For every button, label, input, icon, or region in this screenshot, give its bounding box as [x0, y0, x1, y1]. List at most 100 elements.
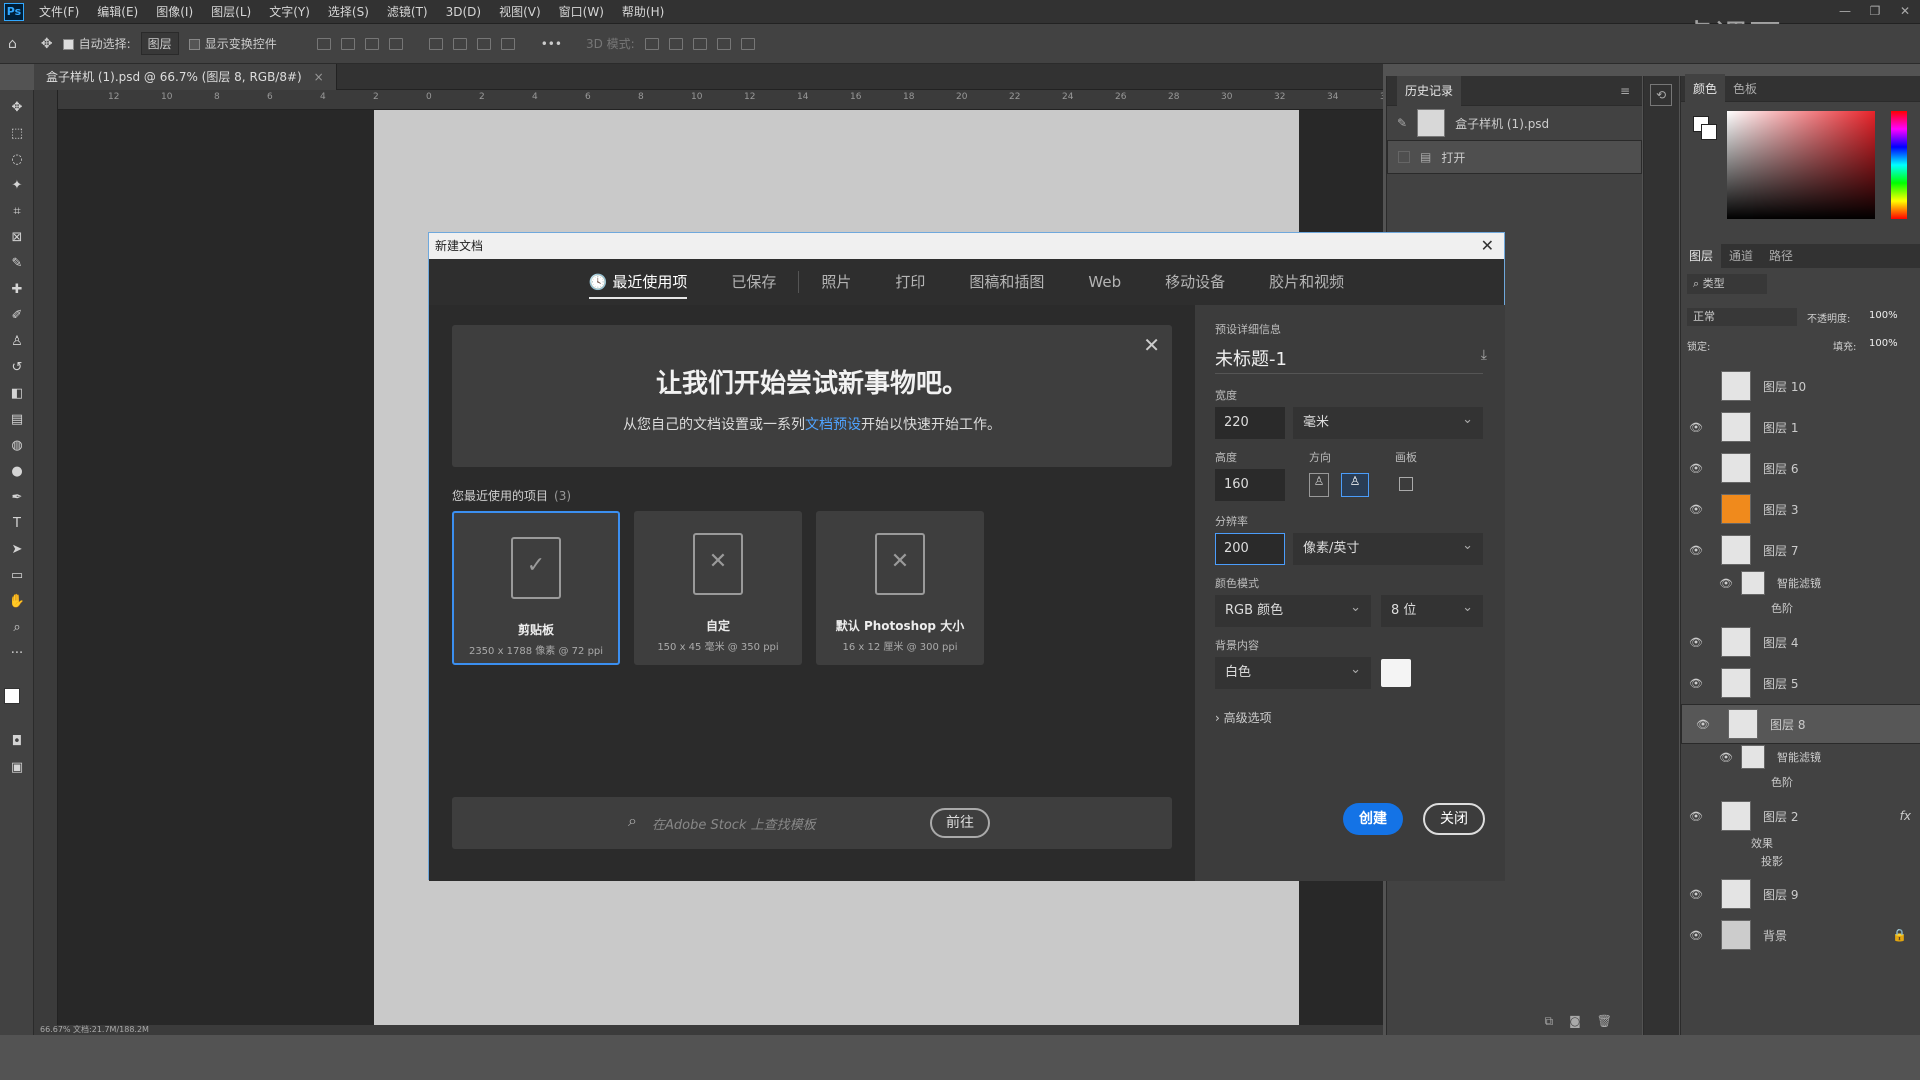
history-state[interactable]: ▤ 打开: [1387, 140, 1642, 174]
eye-icon[interactable]: 👁: [1681, 503, 1711, 516]
close-tab-icon[interactable]: ×: [314, 70, 324, 84]
layer-row[interactable]: 👁 图层 1: [1681, 407, 1920, 447]
resolution-unit-select[interactable]: 像素/英寸: [1293, 530, 1483, 565]
layer-row[interactable]: 👁 图层 4: [1681, 622, 1920, 662]
align-middle-icon[interactable]: [452, 37, 467, 50]
tab-layers[interactable]: 图层: [1681, 241, 1722, 271]
panel-menu-icon[interactable]: ≡: [1620, 84, 1630, 98]
resolution-input[interactable]: 200: [1215, 533, 1285, 565]
eye-icon[interactable]: 👁: [1681, 636, 1711, 649]
bit-depth-select[interactable]: 8 位: [1381, 592, 1483, 627]
menu-type[interactable]: 文字(Y): [260, 0, 319, 24]
show-transform-checkbox[interactable]: 显示变换控件: [188, 35, 277, 52]
tab-channels[interactable]: 通道: [1721, 241, 1761, 271]
eye-icon[interactable]: 👁: [1688, 718, 1718, 731]
preset-card-custom[interactable]: ✕ 自定 150 x 45 毫米 @ 350 ppi: [634, 511, 802, 665]
eye-icon[interactable]: 👁: [1681, 544, 1711, 557]
unit-select[interactable]: 毫米: [1293, 404, 1483, 439]
healing-brush-icon[interactable]: ✚: [6, 278, 28, 300]
magic-wand-icon[interactable]: ✦: [6, 174, 28, 196]
close-window-icon[interactable]: ✕: [1890, 0, 1920, 22]
align-center-icon[interactable]: [340, 37, 355, 50]
auto-select-checkbox[interactable]: 自动选择:: [62, 35, 131, 52]
fill-value[interactable]: 100%: [1869, 338, 1898, 349]
tab-mobile[interactable]: 移动设备: [1143, 259, 1247, 305]
opacity-value[interactable]: 100%: [1869, 310, 1898, 321]
gradient-tool-icon[interactable]: ▤: [6, 408, 28, 430]
menu-3d[interactable]: 3D(D): [437, 0, 490, 24]
stock-search-input[interactable]: 在Adobe Stock 上查找模板: [652, 814, 816, 833]
distribute-icon[interactable]: [388, 37, 403, 50]
brush-tool-icon[interactable]: ✐: [6, 304, 28, 326]
document-tab[interactable]: 盒子样机 (1).psd @ 66.7% (图层 8, RGB/8#) ×: [34, 64, 337, 90]
background-content-select[interactable]: 白色: [1215, 654, 1371, 689]
layer-row[interactable]: 👁 图层 9: [1681, 874, 1920, 914]
trash-icon[interactable]: 🗑: [1597, 1014, 1612, 1029]
layer-row[interactable]: 图层 10: [1681, 366, 1920, 406]
eraser-tool-icon[interactable]: ◧: [6, 382, 28, 404]
menu-filter[interactable]: 滤镜(T): [378, 0, 437, 24]
layer-row[interactable]: 👁 图层 3: [1681, 489, 1920, 529]
go-button[interactable]: 前往: [930, 808, 990, 838]
more-icon[interactable]: •••: [541, 37, 562, 51]
minimize-icon[interactable]: —: [1830, 0, 1860, 22]
history-snapshot[interactable]: ✎ 盒子样机 (1).psd: [1387, 106, 1642, 140]
3d-scale-icon[interactable]: [740, 37, 755, 50]
advanced-options-toggle[interactable]: › 高级选项: [1215, 709, 1272, 726]
eye-icon[interactable]: 👁: [1681, 677, 1711, 690]
tab-color[interactable]: 颜色: [1685, 73, 1726, 104]
hue-slider[interactable]: [1891, 111, 1907, 219]
align-left-icon[interactable]: [316, 37, 331, 50]
close-icon[interactable]: ✕: [1481, 233, 1494, 259]
menu-edit[interactable]: 编辑(E): [88, 0, 147, 24]
3d-roll-icon[interactable]: [668, 37, 683, 50]
align-top-icon[interactable]: [428, 37, 443, 50]
banner-close-icon[interactable]: ✕: [1143, 333, 1160, 357]
tab-film-video[interactable]: 胶片和视频: [1247, 259, 1366, 305]
effects-row[interactable]: 效果: [1681, 834, 1920, 852]
fx-icon[interactable]: fx: [1900, 809, 1911, 823]
zoom-tool-icon[interactable]: ⌕: [6, 616, 28, 638]
crop-tool-icon[interactable]: ⌗: [6, 200, 28, 222]
tab-recent[interactable]: 🕓 最近使用项: [567, 259, 709, 305]
eye-icon[interactable]: 👁: [1711, 751, 1741, 764]
layer-row-selected[interactable]: 👁 图层 8: [1681, 704, 1920, 744]
hand-tool-icon[interactable]: ✋: [6, 590, 28, 612]
layer-row[interactable]: 👁 图层 6: [1681, 448, 1920, 488]
tab-swatches[interactable]: 色板: [1725, 74, 1765, 104]
menu-file[interactable]: 文件(F): [30, 0, 88, 24]
3d-orbit-icon[interactable]: [644, 37, 659, 50]
document-name-input[interactable]: 未标题-1: [1215, 345, 1287, 371]
layer-row[interactable]: 👁 图层 2 fx: [1681, 796, 1920, 836]
preset-card-default[interactable]: ✕ 默认 Photoshop 大小 16 x 12 厘米 @ 300 ppi: [816, 511, 984, 665]
create-button[interactable]: 创建: [1343, 803, 1403, 835]
document-presets-link[interactable]: 文档预设: [805, 417, 861, 433]
smart-filter-row[interactable]: 👁 智能滤镜: [1681, 570, 1920, 596]
3d-slide-icon[interactable]: [716, 37, 731, 50]
eye-icon[interactable]: 👁: [1681, 929, 1711, 942]
align-right-icon[interactable]: [364, 37, 379, 50]
menu-select[interactable]: 选择(S): [319, 0, 378, 24]
color-picker-field[interactable]: [1727, 111, 1875, 219]
tab-web[interactable]: Web: [1066, 259, 1143, 305]
auto-select-target[interactable]: 图层: [140, 32, 179, 55]
menu-window[interactable]: 窗口(W): [550, 0, 613, 24]
home-icon[interactable]: ⌂: [8, 36, 17, 52]
foreground-color-swatch[interactable]: [4, 688, 20, 704]
save-preset-icon[interactable]: ⤓: [1481, 347, 1487, 363]
eye-icon[interactable]: 👁: [1681, 421, 1711, 434]
eye-icon[interactable]: 👁: [1711, 577, 1741, 590]
brush-source-icon[interactable]: ✎: [1397, 116, 1407, 130]
history-panel-icon[interactable]: ⟲: [1650, 84, 1672, 106]
type-tool-icon[interactable]: T: [6, 512, 28, 534]
eye-icon[interactable]: 👁: [1681, 462, 1711, 475]
new-document-from-state-icon[interactable]: ⧉: [1545, 1014, 1554, 1029]
distribute-v-icon[interactable]: [500, 37, 515, 50]
effect-item[interactable]: 投影: [1681, 852, 1920, 870]
landscape-orientation-icon[interactable]: ♙: [1341, 473, 1369, 497]
screen-mode-icon[interactable]: ▣: [6, 756, 28, 778]
camera-icon[interactable]: ◙: [1569, 1014, 1581, 1029]
menu-image[interactable]: 图像(I): [147, 0, 202, 24]
preset-card-clipboard[interactable]: ✓ 剪贴板 2350 x 1788 像素 @ 72 ppi: [452, 511, 620, 665]
move-tool-icon[interactable]: ✥: [6, 96, 28, 118]
